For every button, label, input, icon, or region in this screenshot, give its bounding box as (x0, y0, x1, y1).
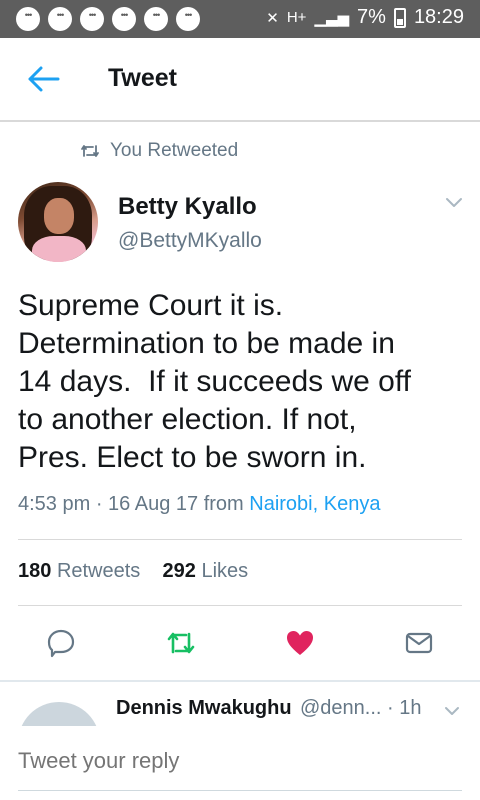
tweet-stats: 180 Retweets 292 Likes (18, 560, 248, 583)
status-bar: ✕ H+ ▁▃▅ 7% 18:29 (0, 0, 480, 38)
chevron-down-icon[interactable] (444, 196, 464, 210)
heart-icon[interactable] (285, 628, 315, 658)
battery-icon (393, 7, 406, 28)
author-name[interactable]: Betty Kyallo (118, 193, 257, 221)
chat-icon (48, 7, 72, 31)
chat-icon (144, 7, 168, 31)
avatar[interactable] (18, 182, 98, 262)
retweet-context: You Retweeted (80, 140, 238, 162)
page-title: Tweet (108, 64, 177, 92)
retweet-icon[interactable] (166, 628, 196, 658)
retweets-label[interactable]: Retweets (57, 560, 140, 582)
reply-underline (18, 790, 462, 791)
likes-count[interactable]: 292 (163, 560, 196, 582)
retweet-label: You Retweeted (110, 140, 239, 161)
chat-icon (80, 7, 104, 31)
reply-composer (0, 726, 480, 800)
reply-icon[interactable] (46, 628, 76, 658)
author-handle[interactable]: @BettyMKyallo (118, 229, 262, 253)
tweet-location[interactable]: Nairobi, Kenya (249, 493, 380, 515)
divider (18, 605, 462, 606)
chat-icon (112, 7, 136, 31)
chevron-down-icon[interactable] (443, 705, 461, 717)
tweet-time: 4:53 pm · 16 Aug 17 (18, 493, 199, 515)
tweet-meta: 4:53 pm · 16 Aug 17 from Nairobi, Kenya (18, 493, 380, 516)
tweet-text: Supreme Court it is. Determination to be… (18, 289, 411, 474)
retweets-count[interactable]: 180 (18, 560, 51, 582)
mute-icon: ✕ (266, 9, 279, 27)
chat-icon (176, 7, 200, 31)
reply-author-name[interactable]: Dennis Mwakughu (116, 697, 292, 720)
reply-input[interactable] (18, 748, 418, 774)
from-label: from (203, 493, 244, 515)
back-arrow-icon[interactable] (26, 64, 60, 94)
signal-icon: ▁▃▅ (314, 9, 350, 27)
retweet-icon (81, 145, 99, 157)
envelope-icon[interactable] (404, 628, 434, 658)
app-header: Tweet (0, 38, 480, 122)
network-type: H+ (286, 9, 307, 26)
divider (18, 539, 462, 540)
notification-icons (16, 7, 200, 31)
bbm-icon (16, 7, 40, 31)
clock: 18:29 (413, 6, 464, 28)
battery-percent: 7% (357, 6, 386, 28)
section-divider (0, 680, 480, 682)
likes-label[interactable]: Likes (201, 560, 248, 582)
reply-handle-time: @denn... · 1h (300, 697, 422, 719)
